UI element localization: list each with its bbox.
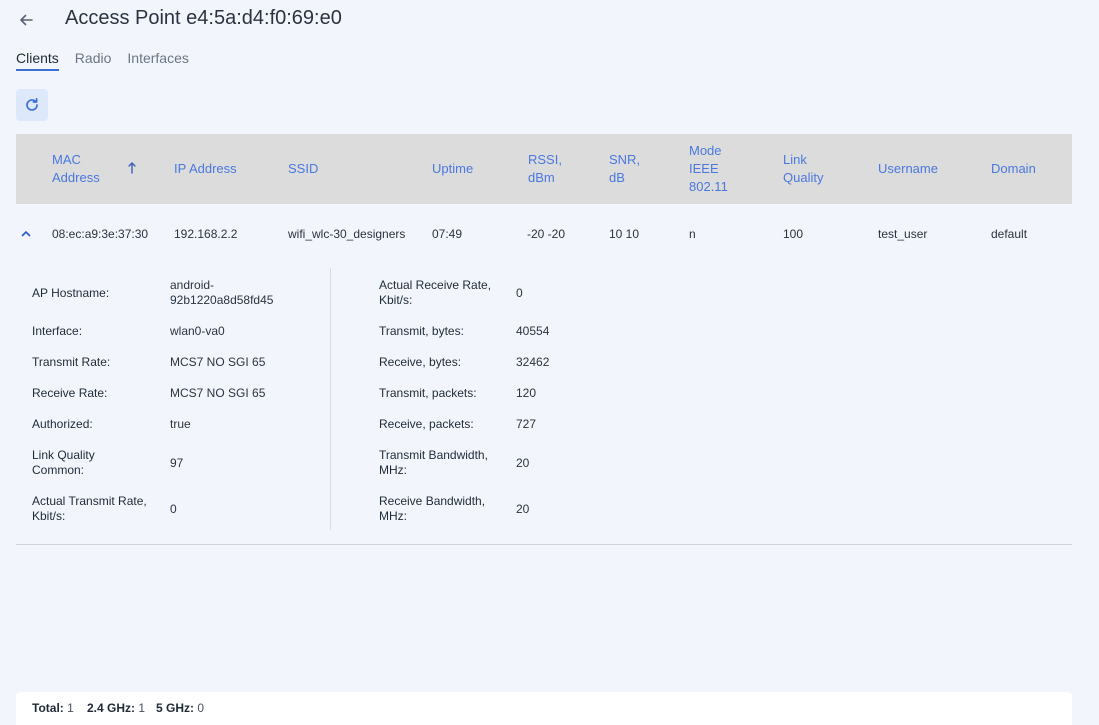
footer-5ghz-value: 0 xyxy=(197,701,205,715)
cell-mode: n xyxy=(689,227,696,241)
column-header-mac[interactable]: MAC Address xyxy=(52,134,112,204)
detail-value-receive-rate: MCS7 NO SGI 65 xyxy=(170,386,266,400)
chevron-up-icon[interactable] xyxy=(18,226,34,242)
client-details-panel: AP Hostname: android-92b1220a8d58fd45 In… xyxy=(16,268,1072,532)
detail-label-receive-packets: Receive, packets: xyxy=(379,417,474,431)
detail-label-ap-hostname: AP Hostname: xyxy=(32,286,110,300)
detail-value-actual-transmit-rate: 0 xyxy=(170,502,177,516)
detail-value-link-quality-common: 97 xyxy=(170,456,184,470)
detail-label-receive-rate: Receive Rate: xyxy=(32,386,108,400)
footer-24ghz-value: 1 xyxy=(138,701,146,715)
detail-value-receive-bandwidth: 20 xyxy=(516,502,530,516)
detail-label-transmit-packets: Transmit, packets: xyxy=(379,386,477,400)
detail-value-receive-packets: 727 xyxy=(516,417,537,431)
column-header-snr[interactable]: SNR, dB xyxy=(609,134,645,204)
page-header: Access Point e4:5a:d4:f0:69:e0 xyxy=(0,0,1099,40)
table-bottom-divider xyxy=(16,544,1072,545)
arrow-left-icon xyxy=(20,14,33,26)
column-header-rssi[interactable]: RSSI, dBm xyxy=(528,134,568,204)
detail-value-transmit-packets: 120 xyxy=(516,386,537,400)
cell-mac: 08:ec:a9:3e:37:30 xyxy=(52,227,149,241)
tab-radio[interactable]: Radio xyxy=(75,50,112,71)
footer-total-value: 1 xyxy=(67,701,74,715)
detail-label-actual-transmit-rate: Actual Transmit Rate, Kbit/s: xyxy=(32,494,147,523)
detail-label-transmit-bandwidth: Transmit Bandwidth, MHz: xyxy=(379,448,488,477)
footer-total-label: Total: xyxy=(32,701,64,715)
footer-total: Total: 1 xyxy=(32,701,74,715)
detail-label-transmit-bytes: Transmit, bytes: xyxy=(379,324,464,338)
column-header-link-quality[interactable]: Link Quality xyxy=(783,134,833,204)
detail-value-transmit-rate: MCS7 NO SGI 65 xyxy=(170,355,266,369)
column-header-username[interactable]: Username xyxy=(878,134,968,204)
tab-interfaces[interactable]: Interfaces xyxy=(127,50,188,71)
details-column-divider xyxy=(330,268,331,530)
detail-value-interface: wlan0-va0 xyxy=(170,324,225,338)
column-header-uptime[interactable]: Uptime xyxy=(432,134,502,204)
detail-label-actual-receive-rate: Actual Receive Rate, Kbit/s: xyxy=(379,278,492,307)
refresh-button[interactable] xyxy=(16,89,48,121)
tab-clients[interactable]: Clients xyxy=(16,50,59,71)
back-button[interactable] xyxy=(14,8,38,32)
detail-label-receive-bytes: Receive, bytes: xyxy=(379,355,462,369)
column-header-domain[interactable]: Domain xyxy=(991,134,1071,204)
footer-5ghz-label: 5 GHz: xyxy=(156,701,195,715)
footer-24ghz-label: 2.4 GHz: xyxy=(87,701,136,715)
footer-5ghz: 5 GHz: 0 xyxy=(156,701,204,715)
cell-domain: default xyxy=(991,227,1028,241)
detail-value-transmit-bandwidth: 20 xyxy=(516,456,530,470)
cell-link-quality: 100 xyxy=(783,227,804,241)
refresh-icon xyxy=(26,97,38,111)
detail-value-authorized: true xyxy=(170,417,191,431)
column-header-ip[interactable]: IP Address xyxy=(174,134,274,204)
detail-label-interface: Interface: xyxy=(32,324,83,338)
cell-rssi: -20 -20 xyxy=(527,227,566,241)
cell-ssid: wifi_wlc-30_designers xyxy=(288,227,406,241)
detail-label-authorized: Authorized: xyxy=(32,417,93,431)
detail-value-ap-hostname: android-92b1220a8d58fd45 xyxy=(170,278,274,307)
footer-24ghz: 2.4 GHz: 1 xyxy=(87,701,145,715)
detail-value-transmit-bytes: 40554 xyxy=(516,324,550,338)
cell-uptime: 07:49 xyxy=(432,227,463,241)
summary-footer: Total: 1 2.4 GHz: 1 5 GHz: 0 xyxy=(16,692,1072,725)
detail-value-actual-receive-rate: 0 xyxy=(516,286,523,300)
cell-snr: 10 10 xyxy=(609,227,640,241)
tab-bar: Clients Radio Interfaces xyxy=(16,50,205,71)
arrow-up-icon[interactable] xyxy=(126,161,138,175)
detail-label-transmit-rate: Transmit Rate: xyxy=(32,355,111,369)
page-title: Access Point e4:5a:d4:f0:69:e0 xyxy=(65,7,342,29)
detail-label-link-quality-common: Link Quality Common: xyxy=(32,448,95,477)
column-header-mode[interactable]: Mode IEEE 802.11 xyxy=(689,134,733,204)
cell-username: test_user xyxy=(878,227,928,241)
detail-label-receive-bandwidth: Receive Bandwidth, MHz: xyxy=(379,494,486,523)
table-row[interactable]: 08:ec:a9:3e:37:30 192.168.2.2 wifi_wlc-3… xyxy=(16,214,1072,254)
column-header-ssid[interactable]: SSID xyxy=(288,134,388,204)
detail-value-receive-bytes: 32462 xyxy=(516,355,550,369)
cell-ip: 192.168.2.2 xyxy=(174,227,238,241)
table-header: MAC Address IP Address SSID Uptime RSSI,… xyxy=(16,134,1072,204)
